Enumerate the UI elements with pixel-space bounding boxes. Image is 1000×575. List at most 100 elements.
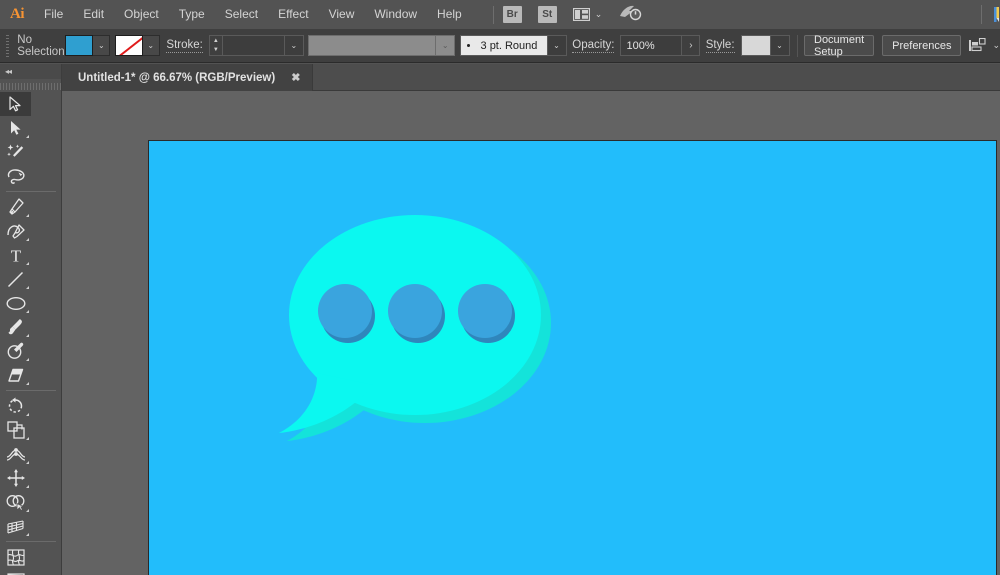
menu-help[interactable]: Help [427, 0, 472, 29]
arrange-documents-button[interactable]: ⌄ [572, 8, 603, 21]
tools-panel: ◂◂ T [0, 64, 62, 575]
perspective-grid-icon [7, 519, 24, 534]
align-to-selection-icon [969, 38, 987, 52]
tools-panel-header[interactable]: ◂◂ [0, 64, 61, 79]
variable-width-profile-dropdown-button[interactable]: ⌄ [436, 35, 456, 56]
ellipse-tool[interactable] [0, 291, 31, 315]
tool-flyout-indicator [26, 485, 29, 488]
chevron-down-icon: ⌄ [594, 9, 603, 19]
stroke-weight-dropdown-button[interactable]: ⌄ [284, 35, 304, 56]
menu-select[interactable]: Select [215, 0, 268, 29]
brush-definition-label: 3 pt. Round [480, 39, 538, 52]
fill-dropdown-button[interactable]: ⌄ [93, 35, 111, 56]
opacity-options-button[interactable]: › [682, 35, 701, 56]
document-setup-button[interactable]: Document Setup [804, 34, 875, 58]
tool-flyout-indicator [26, 286, 29, 289]
rotate-tool[interactable] [0, 394, 31, 418]
illustrator-window: Ai File Edit Object Type Select Effect V… [0, 0, 1000, 575]
canvas-workspace[interactable] [62, 91, 1000, 575]
stock-badge-icon[interactable]: St [537, 6, 557, 23]
pen-tool[interactable] [0, 195, 31, 219]
menu-edit[interactable]: Edit [73, 0, 114, 29]
opacity-label: Opacity: [572, 38, 615, 53]
variable-width-profile-control[interactable]: ⌄ [308, 35, 456, 56]
stroke-dropdown-button[interactable]: ⌄ [142, 35, 160, 56]
tools-group-drawing: T [0, 195, 61, 387]
type-tool[interactable]: T [0, 243, 31, 267]
menu-file[interactable]: File [34, 0, 73, 29]
tool-flyout-indicator [26, 135, 29, 138]
arrange-documents-icon [572, 8, 590, 21]
curvature-pen-icon [6, 224, 25, 239]
gradient-tool[interactable] [0, 569, 31, 575]
cloud-sync-button[interactable] [618, 3, 642, 26]
curvature-tool[interactable] [0, 219, 31, 243]
align-chevron-down-icon[interactable]: ⌄ [992, 40, 1000, 51]
document-tab-title: Untitled-1* @ 66.67% (RGB/Preview) [78, 71, 276, 84]
eraser-tool[interactable] [0, 363, 31, 387]
menu-view[interactable]: View [319, 0, 365, 29]
direct-selection-tool[interactable] [0, 116, 31, 140]
free-transform-tool[interactable] [0, 466, 31, 490]
fill-color-control[interactable]: ⌄ [65, 35, 111, 56]
line-segment-tool[interactable] [0, 267, 31, 291]
dot-1 [318, 284, 372, 338]
rotate-icon [8, 397, 22, 413]
artboard[interactable] [148, 140, 997, 575]
tool-flyout-indicator [26, 358, 29, 361]
control-bar-grip[interactable] [4, 34, 10, 57]
menu-right-divider [981, 5, 982, 24]
menu-window[interactable]: Window [364, 0, 427, 29]
mesh-tool[interactable] [0, 545, 31, 569]
paintbrush-tool[interactable] [0, 315, 31, 339]
tools-divider [6, 390, 56, 391]
stroke-weight-control[interactable]: ▲ ▼ ⌄ [208, 35, 304, 56]
bridge-badge-icon[interactable]: Br [502, 6, 522, 23]
opacity-input[interactable]: 100% [620, 35, 683, 56]
document-tab[interactable]: Untitled-1* @ 66.67% (RGB/Preview) ✖ [62, 64, 314, 91]
lasso-tool[interactable] [0, 164, 31, 188]
free-transform-icon [6, 469, 25, 487]
variable-width-profile-field[interactable] [308, 35, 437, 56]
graphic-style-control[interactable]: ⌄ [740, 35, 790, 56]
tool-flyout-indicator [26, 334, 29, 337]
stroke-weight-input[interactable] [222, 35, 285, 56]
width-tool[interactable] [0, 442, 31, 466]
graphic-style-dropdown-button[interactable]: ⌄ [770, 35, 790, 56]
tool-flyout-indicator [26, 382, 29, 385]
align-control[interactable]: ⌄ [969, 38, 1000, 53]
collapse-panel-icon[interactable]: ◂◂ [5, 67, 12, 76]
menu-effect[interactable]: Effect [268, 0, 318, 29]
opacity-control[interactable]: 100% › [620, 35, 701, 56]
scale-tool[interactable] [0, 418, 31, 442]
line-segment-icon [7, 271, 24, 287]
tools-panel-grip[interactable] [0, 79, 61, 92]
document-tab-bar: Untitled-1* @ 66.67% (RGB/Preview) ✖ [62, 64, 1000, 91]
graphic-style-swatch[interactable] [740, 35, 771, 56]
direct-selection-arrow-icon [10, 121, 21, 135]
brush-definition-dropdown-button[interactable]: ⌄ [547, 35, 567, 56]
fill-swatch[interactable] [65, 35, 94, 56]
preferences-button[interactable]: Preferences [882, 35, 962, 56]
close-icon[interactable]: ✖ [291, 71, 300, 84]
shaper-icon [7, 342, 23, 359]
menu-bar: Ai File Edit Object Type Select Effect V… [0, 0, 1000, 29]
tool-flyout-indicator [26, 214, 29, 217]
speech-bubble-illustration[interactable] [149, 141, 997, 575]
brush-definition-control[interactable]: 3 pt. Round ⌄ [459, 35, 567, 56]
tools-divider [6, 541, 56, 542]
brush-definition-field[interactable]: 3 pt. Round [459, 35, 548, 56]
stroke-color-control[interactable]: ⌄ [114, 35, 160, 56]
magic-wand-tool[interactable] [0, 140, 31, 164]
selection-tool[interactable] [0, 92, 31, 116]
workspace-indicator-icon[interactable] [994, 6, 1000, 23]
shape-builder-tool[interactable] [0, 490, 31, 514]
scale-icon [6, 421, 25, 439]
perspective-grid-tool[interactable] [0, 514, 31, 538]
menu-object[interactable]: Object [114, 0, 169, 29]
shaper-tool[interactable] [0, 339, 31, 363]
control-bar: No Selection ⌄ ⌄ Stroke: ▲ ▼ ⌄ ⌄ 3 pt. R… [0, 29, 1000, 63]
stroke-weight-stepper[interactable]: ▲ ▼ [208, 35, 223, 56]
menu-type[interactable]: Type [169, 0, 215, 29]
stroke-swatch-none[interactable] [114, 35, 143, 56]
